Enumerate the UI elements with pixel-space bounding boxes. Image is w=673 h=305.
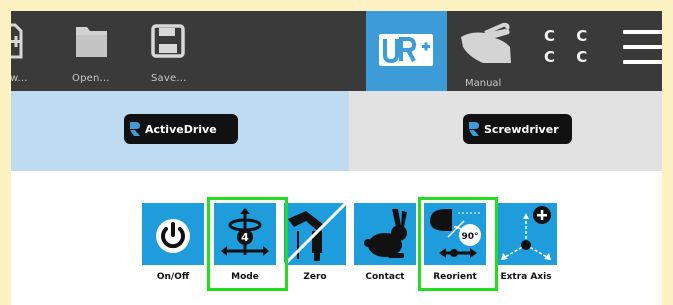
floppy-disk-icon <box>151 24 185 58</box>
reorient-label: Reorient <box>433 272 477 282</box>
save-program-button[interactable]: Save... <box>147 11 197 91</box>
robotiq-logo-icon <box>130 122 140 136</box>
new-program-button[interactable]: w... <box>11 11 43 91</box>
zero-label: Zero <box>303 272 327 282</box>
contact-label: Contact <box>365 272 405 282</box>
contact-button[interactable] <box>354 203 416 265</box>
power-button[interactable] <box>142 203 204 265</box>
mode-axes-icon: 4 <box>214 203 276 265</box>
screwdriver-tab-pill[interactable]: Screwdriver <box>463 114 572 144</box>
plugin-tabs: ActiveDrive Screwdriver <box>11 91 662 171</box>
reorient-icon: 90° <box>424 203 486 265</box>
ur-polyscope-screen: w... Open... Save... Manual C C C C Acti… <box>11 11 662 305</box>
manual-mode-button[interactable]: Manual <box>455 11 525 91</box>
zero-force-icon <box>284 203 346 265</box>
manual-label: Manual <box>465 78 502 89</box>
tab-activedrive[interactable]: ActiveDrive <box>11 91 349 171</box>
speed-mode-indicator: C C C C <box>544 27 596 66</box>
open-program-button[interactable]: Open... <box>69 11 119 91</box>
new-file-icon <box>11 23 23 59</box>
power-icon <box>142 203 204 265</box>
new-label: w... <box>11 73 28 84</box>
extra-axis-button[interactable] <box>495 203 557 265</box>
tab-screwdriver[interactable]: Screwdriver <box>349 91 662 171</box>
reorient-badge: 90° <box>461 232 478 242</box>
save-label: Save... <box>151 73 187 84</box>
extra-axis-label: Extra Axis <box>500 272 552 282</box>
zero-button[interactable] <box>284 203 346 265</box>
robotiq-logo-icon <box>469 122 479 136</box>
hamburger-menu-icon[interactable] <box>623 30 662 70</box>
extra-axis-icon <box>495 203 557 265</box>
open-label: Open... <box>72 73 110 84</box>
top-toolbar: w... Open... Save... Manual C C C C <box>11 11 662 91</box>
urplus-button[interactable] <box>366 11 447 91</box>
tab-label: ActiveDrive <box>145 122 217 136</box>
tab-label: Screwdriver <box>484 122 559 136</box>
mode-badge: 4 <box>241 231 249 244</box>
hand-icon <box>461 22 511 63</box>
activedrive-tab-pill[interactable]: ActiveDrive <box>124 114 238 144</box>
folder-icon <box>76 27 107 57</box>
reorient-button[interactable]: 90° <box>424 203 486 265</box>
power-label: On/Off <box>156 272 190 282</box>
mode-button[interactable]: 4 <box>214 203 276 265</box>
rabbit-icon <box>354 203 416 265</box>
mode-label: Mode <box>231 272 259 282</box>
urplus-logo-icon <box>379 34 433 66</box>
